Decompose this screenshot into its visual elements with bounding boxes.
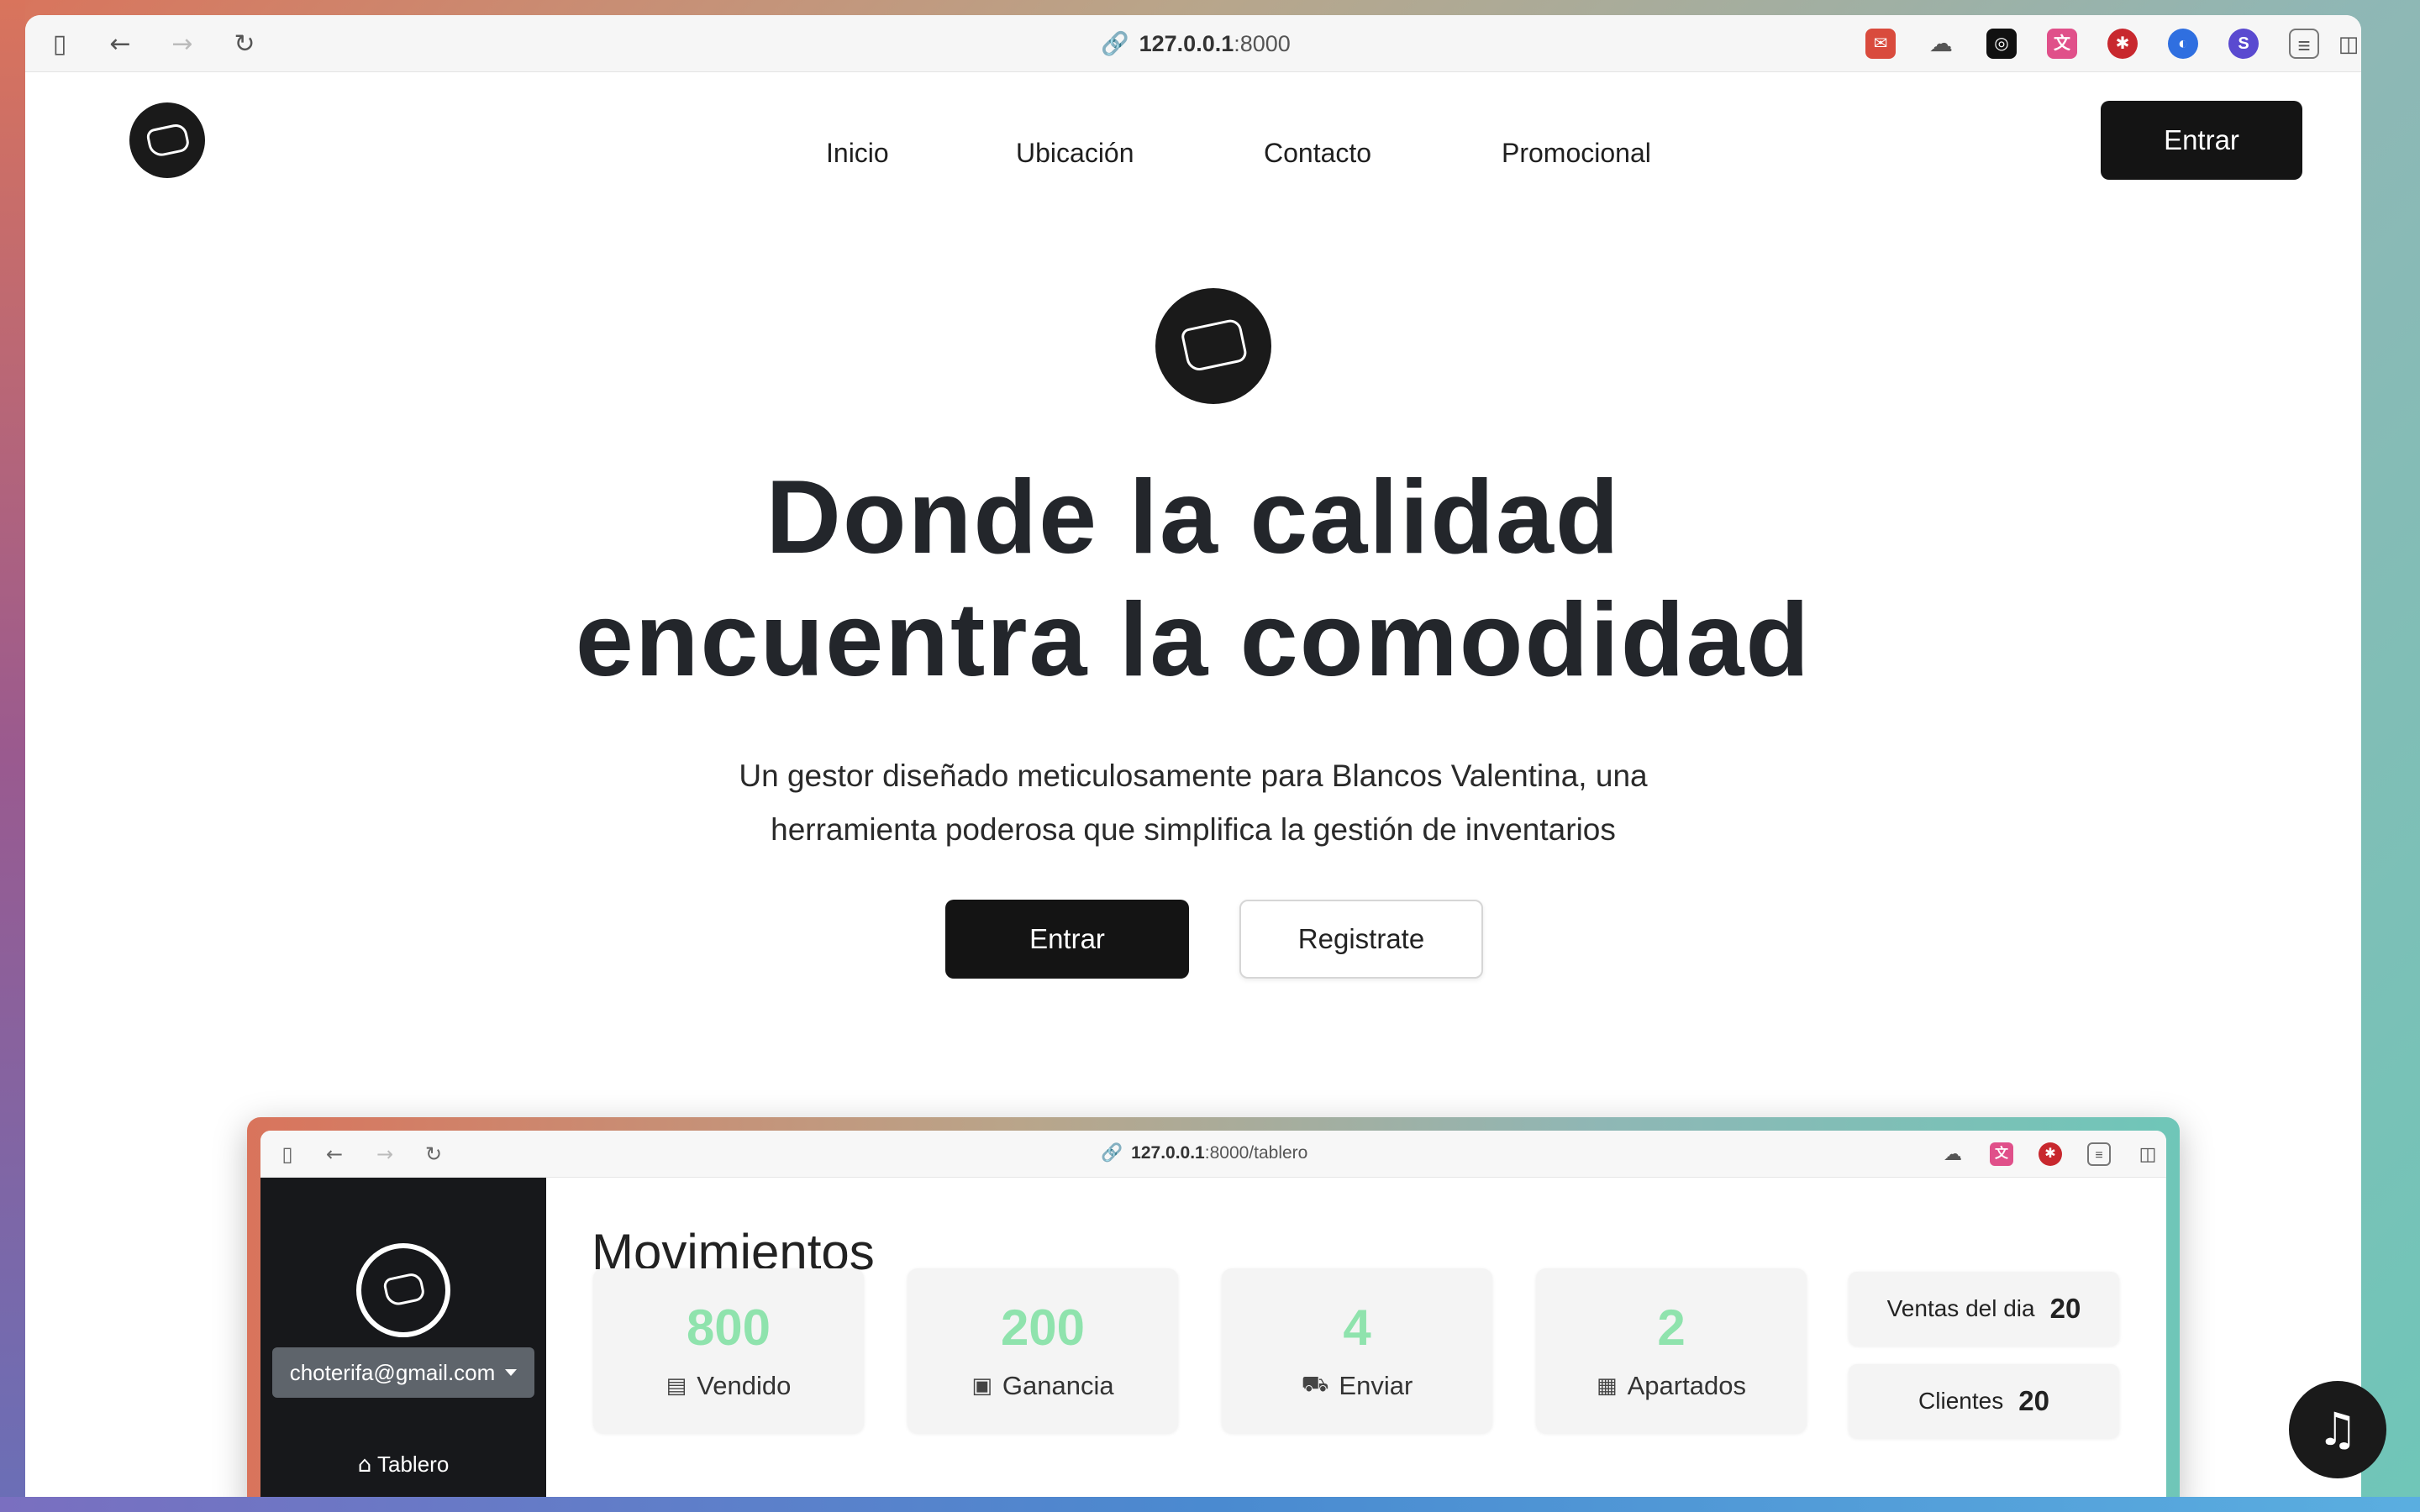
- mini-stat-value: 20: [2018, 1385, 2049, 1416]
- pillow-icon: [145, 122, 192, 159]
- stat-card-vendido: 800 ▤ Vendido: [593, 1268, 864, 1433]
- split-view-icon[interactable]: ◫: [2336, 29, 2361, 59]
- browser-window: ▯ ← → ↻ 🔗 127.0.0.1:8000 ✉ ☁ ◎ 文 ✱ ◐ S ≡…: [25, 15, 2361, 1497]
- cloud-extension-icon: ☁: [1944, 1143, 1962, 1164]
- nav-link-contacto[interactable]: Contacto: [1264, 138, 1371, 169]
- pillow-icon: [1180, 318, 1249, 373]
- hero-login-button[interactable]: Entrar: [945, 900, 1189, 979]
- dashboard-sidebar: choterifa@gmail.com ⌂ Tablero: [260, 1178, 546, 1497]
- mail-extension-icon[interactable]: ✉: [1865, 29, 1896, 59]
- browser-toolbar: ▯ ← → ↻ 🔗 127.0.0.1:8000 ✉ ☁ ◎ 文 ✱ ◐ S ≡…: [25, 15, 2361, 72]
- stat-label: Ganancia: [1002, 1371, 1114, 1400]
- hero-register-button[interactable]: Registrate: [1239, 900, 1483, 979]
- preview-browser-toolbar: ▯ ← → ↻ 🔗 127.0.0.1:8000/tablero ☁ 文 ✱ ≡…: [260, 1131, 2166, 1178]
- stat-value: 2: [1657, 1299, 1686, 1356]
- settings-extension-icon: ≡: [2087, 1142, 2111, 1166]
- stat-card-apartados: 2 ▦ Apartados: [1536, 1268, 1807, 1433]
- receipt-icon: ▤: [666, 1373, 687, 1399]
- stat-label: Enviar: [1339, 1371, 1413, 1400]
- dashboard-preview-frame: ▯ ← → ↻ 🔗 127.0.0.1:8000/tablero ☁ 文 ✱ ≡…: [247, 1117, 2180, 1497]
- stat-label: Vendido: [697, 1371, 792, 1400]
- preview-url-host: 127.0.0.1: [1131, 1142, 1205, 1163]
- forward-arrow-icon: →: [376, 1142, 394, 1166]
- nav-link-inicio[interactable]: Inicio: [826, 138, 889, 169]
- url-port: :8000: [1234, 30, 1291, 56]
- reload-icon[interactable]: ↻: [230, 30, 259, 59]
- desktop-frame-left: [0, 0, 25, 1512]
- sidebar-toggle-icon: ▯: [281, 1142, 293, 1166]
- mini-stat-label: Clientes: [1918, 1388, 2004, 1414]
- hero-title-line-1: Donde la calidad: [765, 459, 1621, 575]
- forward-arrow-icon[interactable]: →: [168, 30, 197, 59]
- back-arrow-icon[interactable]: ←: [106, 30, 134, 59]
- cloud-extension-icon[interactable]: ☁: [1926, 29, 1956, 59]
- translate-extension-icon: 文: [1990, 1142, 2013, 1166]
- sidebar-logo: [356, 1243, 450, 1337]
- reload-icon: ↻: [424, 1142, 443, 1166]
- stat-value: 4: [1343, 1299, 1371, 1356]
- settings-extension-icon[interactable]: ≡: [2289, 29, 2319, 59]
- puzzle-extension-icon: ✱: [2039, 1142, 2062, 1166]
- sidebar-item-label: Tablero: [377, 1452, 450, 1477]
- music-note-icon[interactable]: ♫: [2289, 1381, 2386, 1478]
- stat-value: 200: [1000, 1299, 1086, 1356]
- home-icon: ⌂: [357, 1452, 372, 1478]
- nav-login-button[interactable]: Entrar: [2101, 101, 2302, 180]
- stat-clientes: Clientes 20: [1849, 1364, 2119, 1438]
- link-icon: 🔗: [1101, 31, 1129, 57]
- stat-card-enviar: 4 ⛟ Enviar: [1222, 1268, 1492, 1433]
- truck-icon: ⛟: [1301, 1372, 1329, 1397]
- mini-stat-value: 20: [2049, 1293, 2081, 1324]
- preview-address-bar: 🔗 127.0.0.1:8000/tablero: [1101, 1142, 1307, 1163]
- hero-subtitle-line-1: Un gestor diseñado meticulosamente para …: [739, 759, 1648, 793]
- stat-label: Apartados: [1627, 1371, 1746, 1400]
- pillow-icon: [381, 1271, 427, 1308]
- split-view-icon: ◫: [2139, 1143, 2157, 1164]
- desktop-frame-bottom: [0, 1497, 2420, 1512]
- chatgpt-extension-icon[interactable]: ◎: [1986, 29, 2017, 59]
- hero-title: Donde la calidad encuentra la comodidad: [25, 456, 2361, 701]
- brand-logo[interactable]: [129, 102, 205, 178]
- stat-value: 800: [686, 1299, 771, 1356]
- mini-stat-label: Ventas del dia: [1886, 1295, 2035, 1321]
- stat-card-ganancia: 200 ▣ Ganancia: [908, 1268, 1178, 1433]
- url-host: 127.0.0.1: [1139, 30, 1234, 56]
- back-arrow-icon: ←: [325, 1142, 344, 1166]
- address-bar[interactable]: 🔗 127.0.0.1:8000: [1101, 29, 1386, 59]
- s-extension-icon[interactable]: S: [2228, 29, 2259, 59]
- calendar-icon: ▦: [1597, 1373, 1618, 1399]
- link-icon: 🔗: [1101, 1142, 1123, 1163]
- nav-link-ubicacion[interactable]: Ubicación: [1016, 138, 1134, 169]
- user-email: choterifa@gmail.com: [289, 1359, 496, 1385]
- hero-title-line-2: encuentra la comodidad: [575, 582, 1812, 698]
- puzzle-extension-icon[interactable]: ✱: [2107, 29, 2138, 59]
- hero-subtitle-line-2: herramienta poderosa que simplifica la g…: [771, 812, 1616, 847]
- dashboard-preview-window: ▯ ← → ↻ 🔗 127.0.0.1:8000/tablero ☁ 文 ✱ ≡…: [260, 1131, 2166, 1497]
- sidebar-item-tablero[interactable]: ⌂ Tablero: [260, 1452, 546, 1478]
- nav-link-promocional[interactable]: Promocional: [1502, 138, 1651, 169]
- globe-extension-icon[interactable]: ◐: [2168, 29, 2198, 59]
- user-email-dropdown[interactable]: choterifa@gmail.com: [272, 1347, 534, 1398]
- hero-subtitle: Un gestor diseñado meticulosamente para …: [25, 749, 2361, 857]
- stat-ventas-del-dia: Ventas del dia 20: [1849, 1272, 2119, 1346]
- cash-icon: ▣: [971, 1373, 992, 1399]
- preview-url-path: :8000/tablero: [1204, 1142, 1308, 1163]
- chevron-down-icon: [505, 1369, 518, 1376]
- sidebar-toggle-icon[interactable]: ▯: [45, 30, 74, 59]
- translate-extension-icon[interactable]: 文: [2047, 29, 2077, 59]
- hero-logo: [1155, 288, 1271, 404]
